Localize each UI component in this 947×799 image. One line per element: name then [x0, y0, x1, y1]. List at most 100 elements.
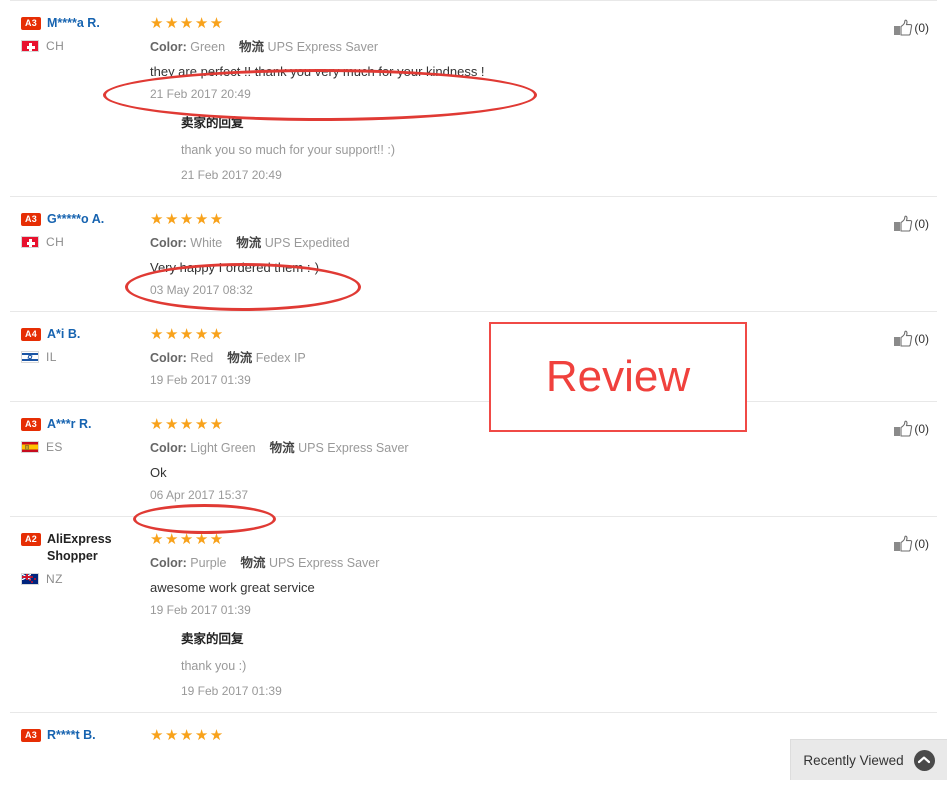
color-label: Color:: [150, 351, 187, 365]
review-date: 21 Feb 2017 20:49: [150, 87, 251, 101]
seller-reply-date: 21 Feb 2017 20:49: [181, 168, 282, 182]
feedback-list: A3 M****a R. CH ★★★★★ Color: Green 物流 UPS Exp…: [0, 0, 947, 799]
review-body: ★★★★★ Color: Purple 物流 UPS Express Saver aw…: [150, 531, 937, 700]
color-value: Green: [190, 40, 226, 54]
country-code: CH: [46, 39, 65, 53]
recently-viewed-label: Recently Viewed: [803, 752, 904, 768]
star-rating: ★★★★★: [150, 211, 225, 228]
review-text: Ok: [150, 465, 167, 480]
logistics-value: UPS Expedited: [264, 236, 350, 250]
feedback-item: A4 A*i B. IL ★★★★★ Color: Red 物流 Fedex IP 19 F…: [10, 311, 937, 401]
review-date: 19 Feb 2017 01:39: [150, 373, 251, 387]
logistics-value: UPS Express Saver: [298, 441, 409, 455]
reviewer-name[interactable]: R****t B.: [47, 727, 96, 744]
helpful-button[interactable]: (0): [893, 330, 929, 348]
star-rating: ★★★★★: [150, 326, 225, 343]
helpful-count: (0): [914, 537, 929, 551]
reviewer-info: A2 AliExpress Shopper NZ: [21, 531, 151, 586]
reviewer-info: A3 R****t B.: [21, 727, 151, 744]
color-label: Color:: [150, 556, 187, 570]
logistics-label: 物流: [227, 350, 253, 365]
order-attributes: Color: Light Green 物流 UPS Express Saver: [150, 439, 937, 457]
country-flag-icon: [21, 441, 39, 453]
thumbs-up-icon[interactable]: [893, 535, 913, 553]
color-label: Color:: [150, 236, 187, 250]
country-code: ES: [46, 440, 63, 454]
logistics-label: 物流: [239, 39, 265, 54]
review-date: 03 May 2017 08:32: [150, 283, 253, 297]
logistics-label: 物流: [236, 235, 262, 250]
star-rating: ★★★★★: [150, 416, 225, 433]
seller-reply: 卖家的回复 thank you :) 19 Feb 2017 01:39: [181, 630, 937, 700]
buyer-level-badge: A3: [21, 418, 41, 431]
buyer-level-badge: A2: [21, 533, 41, 546]
country-flag-icon: [21, 351, 39, 363]
feedback-item: A3 A***r R. ES ★★★★★ Color: Light Green 物流 UP…: [10, 401, 937, 516]
logistics-value: Fedex IP: [255, 351, 306, 365]
reviewer-info: A4 A*i B. IL: [21, 326, 151, 364]
star-rating: ★★★★★: [150, 15, 225, 32]
reviewer-info: A3 G*****o A. CH: [21, 211, 151, 249]
country-code: CH: [46, 235, 65, 249]
country-flag-icon: [21, 573, 39, 585]
buyer-level-badge: A3: [21, 213, 41, 226]
review-date: 19 Feb 2017 01:39: [150, 603, 251, 617]
helpful-button[interactable]: (0): [893, 215, 929, 233]
country-flag-icon: [21, 40, 39, 52]
buyer-level-badge: A3: [21, 17, 41, 30]
order-attributes: Color: Red 物流 Fedex IP: [150, 349, 937, 367]
helpful-count: (0): [914, 332, 929, 346]
order-attributes: Color: Green 物流 UPS Express Saver: [150, 38, 937, 56]
feedback-item: A3 M****a R. CH ★★★★★ Color: Green 物流 UPS Exp…: [10, 0, 937, 196]
feedback-item: A3 G*****o A. CH ★★★★★ Color: White 物流 UPS Ex…: [10, 196, 937, 311]
color-value: Purple: [190, 556, 227, 570]
country-code: NZ: [46, 572, 63, 586]
reviewer-info: A3 A***r R. ES: [21, 416, 151, 454]
color-label: Color:: [150, 40, 187, 54]
order-attributes: Color: Purple 物流 UPS Express Saver: [150, 554, 937, 572]
color-value: Light Green: [190, 441, 256, 455]
feedback-item: A2 AliExpress Shopper NZ ★★★★★ Color: Purple…: [10, 516, 937, 712]
buyer-level-badge: A3: [21, 729, 41, 742]
recently-viewed-bar[interactable]: Recently Viewed: [790, 739, 947, 780]
reviewer-name[interactable]: M****a R.: [47, 15, 100, 32]
reviewer-name[interactable]: G*****o A.: [47, 211, 104, 228]
helpful-count: (0): [914, 21, 929, 35]
color-value: White: [190, 236, 223, 250]
logistics-label: 物流: [269, 440, 295, 455]
review-body: ★★★★★ Color: Red 物流 Fedex IP 19 Feb 2017 01…: [150, 326, 937, 389]
logistics-value: UPS Express Saver: [267, 40, 379, 54]
review-body: ★★★★★ Color: Light Green 物流 UPS Express Sa…: [150, 416, 937, 504]
seller-reply-title: 卖家的回复: [181, 631, 244, 646]
thumbs-up-icon[interactable]: [893, 19, 913, 37]
seller-reply-date: 19 Feb 2017 01:39: [181, 684, 282, 698]
reviewer-name: AliExpress Shopper: [47, 532, 112, 563]
review-text: awesome work great service: [150, 580, 315, 595]
order-attributes: Color: White 物流 UPS Expedited: [150, 234, 937, 252]
reviewer-name[interactable]: A*i B.: [47, 326, 80, 343]
review-body: ★★★★★ Color: Green 物流 UPS Express Saver the…: [150, 15, 937, 184]
logistics-value: UPS Express Saver: [268, 556, 380, 570]
seller-reply-text: thank you so much for your support!! :): [181, 143, 395, 157]
helpful-button[interactable]: (0): [893, 19, 929, 37]
helpful-count: (0): [914, 422, 929, 436]
country-code: IL: [46, 350, 57, 364]
seller-reply-title: 卖家的回复: [181, 115, 244, 130]
helpful-button[interactable]: (0): [893, 535, 929, 553]
buyer-level-badge: A4: [21, 328, 41, 341]
color-label: Color:: [150, 441, 187, 455]
helpful-button[interactable]: (0): [893, 420, 929, 438]
review-text: Very happy I ordered them :-): [150, 260, 320, 275]
review-body: ★★★★★ Color: White 物流 UPS Expedited Very ha…: [150, 211, 937, 299]
thumbs-up-icon[interactable]: [893, 215, 913, 233]
star-rating: ★★★★★: [150, 531, 225, 548]
review-date: 06 Apr 2017 15:37: [150, 488, 249, 502]
review-text: they are perfect !! thank you very much …: [150, 64, 485, 79]
logistics-label: 物流: [240, 555, 266, 570]
reviewer-name[interactable]: A***r R.: [47, 416, 91, 433]
chevron-up-icon[interactable]: [913, 749, 935, 771]
seller-reply-text: thank you :): [181, 659, 247, 673]
helpful-count: (0): [914, 217, 929, 231]
thumbs-up-icon[interactable]: [893, 420, 913, 438]
thumbs-up-icon[interactable]: [893, 330, 913, 348]
